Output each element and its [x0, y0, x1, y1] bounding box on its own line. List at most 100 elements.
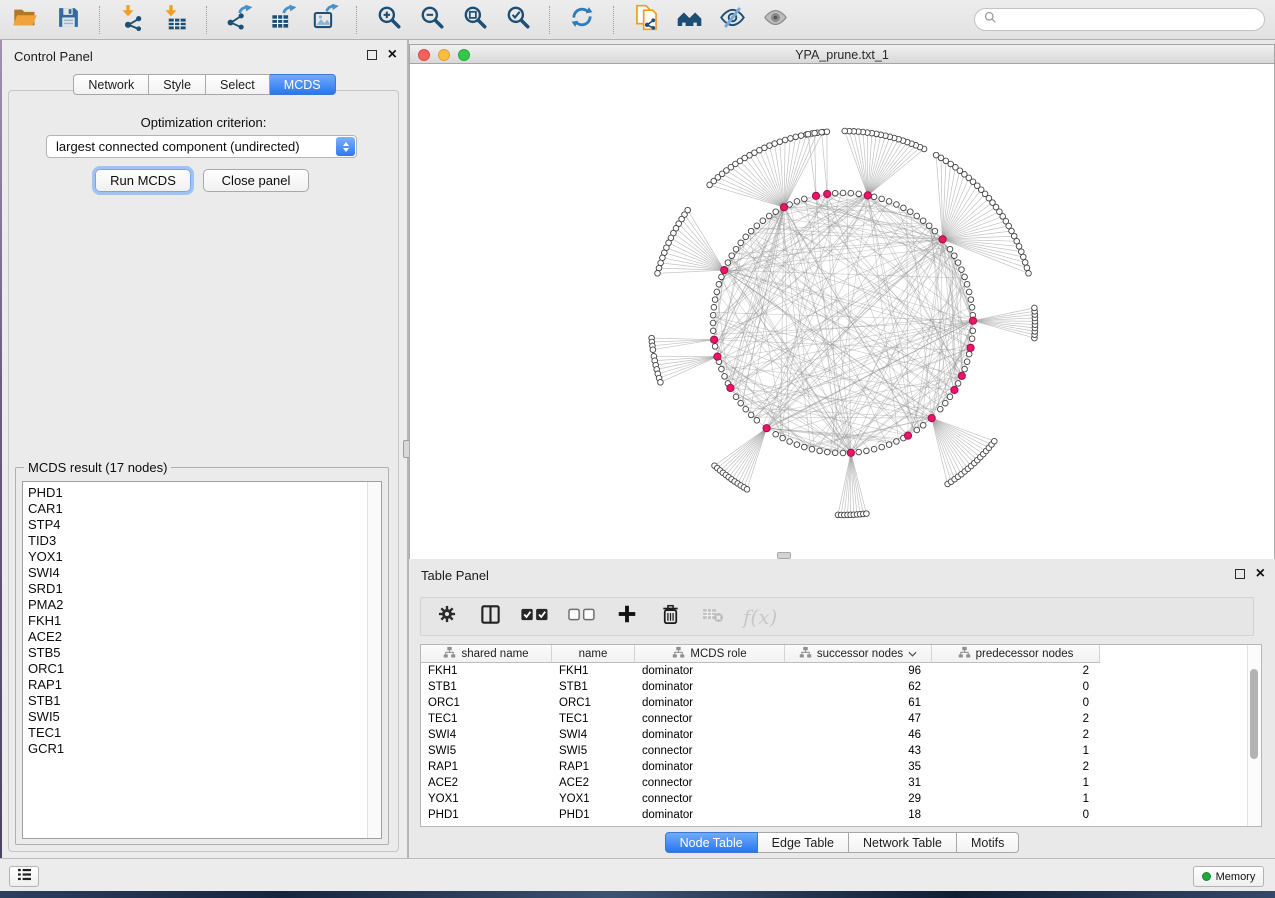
show-panels-button[interactable]: [9, 866, 39, 887]
table-row[interactable]: STB1STB1dominator620: [421, 679, 1100, 695]
minimize-window-icon[interactable]: [438, 49, 450, 61]
network-canvas[interactable]: [409, 64, 1275, 559]
export-image-button[interactable]: [308, 4, 342, 36]
delete-table-button: [700, 604, 726, 630]
tab-label: Edge Table: [772, 836, 834, 850]
open-file-icon: [12, 4, 39, 36]
column-header-shared-name[interactable]: shared name: [421, 645, 552, 663]
tab-style[interactable]: Style: [149, 74, 206, 95]
mcds-result-item[interactable]: YOX1: [23, 549, 381, 565]
table-row[interactable]: FKH1FKH1dominator962: [421, 663, 1100, 679]
memory-button[interactable]: Memory: [1193, 866, 1264, 887]
network-graph[interactable]: [410, 64, 1275, 559]
export-network-button[interactable]: [222, 4, 256, 36]
column-header-successor-nodes[interactable]: successor nodes: [785, 645, 932, 663]
deselect-all-rows-button[interactable]: [567, 604, 597, 630]
search-input[interactable]: [1003, 10, 1254, 30]
mcds-result-item[interactable]: SWI5: [23, 709, 381, 725]
network-window-titlebar[interactable]: YPA_prune.txt_1: [409, 44, 1275, 64]
sort-chevron-down-icon: [908, 648, 917, 660]
float-panel-icon[interactable]: [1235, 569, 1245, 579]
tab-network-table[interactable]: Network Table: [849, 832, 957, 853]
table-cell: 1: [932, 791, 1100, 807]
mcds-result-scrollbar[interactable]: [367, 482, 381, 838]
column-header-name[interactable]: name: [552, 645, 635, 663]
maximize-window-icon[interactable]: [458, 49, 470, 61]
table-row[interactable]: SWI4SWI4dominator462: [421, 727, 1100, 743]
table-scrollbar-thumb[interactable]: [1250, 669, 1258, 759]
zoom-in-button[interactable]: [372, 4, 406, 36]
select-all-rows-button[interactable]: [520, 604, 550, 630]
mcds-result-item[interactable]: ORC1: [23, 661, 381, 677]
search-box[interactable]: [974, 8, 1265, 31]
close-panel-button[interactable]: Close panel: [203, 169, 309, 192]
column-header-mcds-role[interactable]: MCDS role: [635, 645, 785, 663]
table-row[interactable]: TEC1TEC1connector472: [421, 711, 1100, 727]
mcds-result-item[interactable]: PHD1: [23, 485, 381, 501]
zoom-selected-button[interactable]: [501, 4, 535, 36]
cell-value: ACE2: [428, 777, 458, 789]
horizontal-splitter-handle[interactable]: [777, 552, 791, 559]
save-session-icon: [56, 5, 81, 35]
show-all-button[interactable]: [758, 4, 792, 36]
create-column-button[interactable]: [614, 604, 640, 630]
hide-selected-button[interactable]: [715, 4, 749, 36]
mcds-result-item[interactable]: FKH1: [23, 613, 381, 629]
first-neighbors-button[interactable]: [672, 4, 706, 36]
tab-mcds[interactable]: MCDS: [270, 74, 336, 95]
export-table-button[interactable]: [265, 4, 299, 36]
close-panel-icon[interactable]: ×: [1256, 568, 1265, 579]
mcds-result-item[interactable]: PMA2: [23, 597, 381, 613]
mcds-result-item[interactable]: SWI4: [23, 565, 381, 581]
table-row[interactable]: RAP1RAP1dominator352: [421, 759, 1100, 775]
table-cell: 1: [932, 775, 1100, 791]
mcds-result-item[interactable]: TEC1: [23, 725, 381, 741]
network-from-selection-icon: [633, 4, 660, 36]
import-network-button[interactable]: [115, 4, 149, 36]
table-row[interactable]: SWI5SWI5connector431: [421, 743, 1100, 759]
tab-select[interactable]: Select: [206, 74, 270, 95]
table-cell: 1: [932, 743, 1100, 759]
mcds-result-item[interactable]: GCR1: [23, 741, 381, 757]
table-row[interactable]: ACE2ACE2connector311: [421, 775, 1100, 791]
optimization-criterion-select[interactable]: largest connected component (undirected): [46, 135, 357, 158]
import-table-button[interactable]: [158, 4, 192, 36]
refresh-view-button[interactable]: [565, 4, 599, 36]
table-mode-button[interactable]: [434, 604, 460, 630]
mcds-result-item[interactable]: STB1: [23, 693, 381, 709]
column-header-predecessor-nodes[interactable]: predecessor nodes: [932, 645, 1100, 663]
zoom-out-icon: [419, 4, 445, 35]
close-window-icon[interactable]: [418, 49, 430, 61]
mcds-result-item[interactable]: SRD1: [23, 581, 381, 597]
save-session-button[interactable]: [51, 4, 85, 36]
mcds-result-item[interactable]: ACE2: [23, 629, 381, 645]
delete-column-button[interactable]: [657, 604, 683, 630]
zoom-fit-button[interactable]: [458, 4, 492, 36]
float-panel-icon[interactable]: [367, 50, 377, 60]
network-from-selection-button[interactable]: [629, 4, 663, 36]
cell-value: 0: [1083, 809, 1089, 821]
run-mcds-button[interactable]: Run MCDS: [95, 169, 191, 192]
table-scrollbar[interactable]: [1247, 645, 1261, 826]
select-stepper-icon: [336, 137, 355, 156]
open-file-button[interactable]: [8, 4, 42, 36]
mcds-result-item[interactable]: RAP1: [23, 677, 381, 693]
mcds-result-item[interactable]: CAR1: [23, 501, 381, 517]
mcds-result-item[interactable]: TID3: [23, 533, 381, 549]
cell-value: ORC1: [428, 697, 460, 709]
table-row[interactable]: ORC1ORC1dominator610: [421, 695, 1100, 711]
table-cell: YOX1: [421, 791, 552, 807]
column-visibility-button[interactable]: [477, 604, 503, 630]
mcds-result-item[interactable]: STB5: [23, 645, 381, 661]
tab-edge-table[interactable]: Edge Table: [758, 832, 849, 853]
tab-network[interactable]: Network: [73, 74, 149, 95]
zoom-out-button[interactable]: [415, 4, 449, 36]
table-panel-window-buttons: ×: [1235, 568, 1265, 579]
mcds-result-item[interactable]: STP4: [23, 517, 381, 533]
close-panel-icon[interactable]: ×: [388, 49, 397, 60]
table-row[interactable]: YOX1YOX1connector291: [421, 791, 1100, 807]
first-neighbors-icon: [676, 4, 703, 36]
table-row[interactable]: PHD1PHD1dominator180: [421, 807, 1100, 823]
tab-motifs[interactable]: Motifs: [957, 832, 1019, 853]
tab-node-table[interactable]: Node Table: [665, 832, 758, 853]
